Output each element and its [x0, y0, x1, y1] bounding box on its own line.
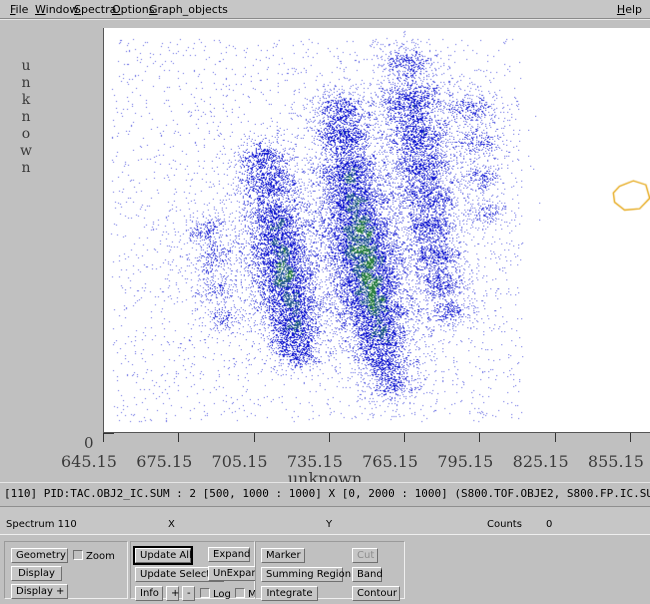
- display-controls-group: Geometry Display Display + Zoom: [4, 541, 128, 599]
- map-checkbox-box[interactable]: [235, 588, 245, 598]
- x-tick-mark: [629, 433, 631, 442]
- y-axis-title-char: k: [21, 92, 31, 108]
- y-axis-title-char: o: [21, 126, 31, 142]
- menu-help-accel: H: [616, 3, 626, 16]
- display-plus-button[interactable]: Display +: [11, 584, 68, 599]
- x-tick-mark: [328, 433, 330, 442]
- log-checkbox-box[interactable]: [200, 588, 210, 598]
- zoom-checkbox-label: Zoom: [86, 551, 115, 562]
- integrate-button[interactable]: Integrate: [261, 586, 318, 601]
- x-tick-mark: [554, 433, 556, 442]
- x-tick-mark: [103, 433, 104, 442]
- scatter-plot-canvas[interactable]: [104, 28, 650, 432]
- zoom-checkbox-box[interactable]: [73, 550, 83, 560]
- y-axis-title: u n k n o w n: [18, 58, 34, 177]
- menu-help-rest: elp: [625, 3, 642, 16]
- status-spectrum-name: Spectrum 110: [6, 519, 77, 530]
- status-bar: Spectrum 110 X Y Counts 0: [0, 506, 650, 534]
- summing-region-button[interactable]: Summing Region: [261, 567, 351, 582]
- log-checkbox[interactable]: Log: [200, 588, 231, 601]
- info-button[interactable]: Info: [135, 586, 163, 601]
- y-origin-label: 0: [84, 434, 94, 452]
- spectrum-plot-panel: u n k n o w n 200400600800100012001400 6…: [0, 19, 650, 488]
- menu-window-accel: W: [35, 3, 46, 16]
- menu-file[interactable]: File: [8, 3, 30, 16]
- menu-help[interactable]: Help: [615, 3, 644, 16]
- y-axis-title-char: n: [21, 160, 31, 176]
- x-tick-mark: [178, 433, 180, 442]
- log-checkbox-label: Log: [213, 589, 231, 600]
- status-counts-label: Counts: [487, 519, 522, 530]
- unexpand-button[interactable]: UnExpand: [208, 566, 264, 581]
- menu-bar: File Window Spectra Options Graph_object…: [0, 0, 650, 19]
- y-axis-title-char: n: [21, 109, 31, 125]
- status-x-label: X: [168, 519, 175, 530]
- menu-graph-objects[interactable]: Graph_objects: [147, 3, 230, 16]
- contour-button[interactable]: Contour: [352, 586, 400, 601]
- marker-button[interactable]: Marker: [261, 548, 305, 563]
- x-tick-mark: [404, 433, 406, 442]
- menu-file-rest: ile: [15, 3, 29, 16]
- y-tick-mark: [103, 433, 114, 434]
- control-panel: Geometry Display Display + Zoom Update A…: [0, 534, 650, 604]
- expand-button[interactable]: Expand: [208, 547, 250, 562]
- menu-graph-objects-rest: raph_objects: [157, 3, 228, 16]
- spectrum-definition-text: [110] PID:TAC.OBJ2_IC.SUM : 2 [500, 1000…: [4, 487, 650, 500]
- decrement-button[interactable]: -: [182, 586, 195, 601]
- status-counts-value: 0: [546, 519, 553, 530]
- y-axis-title-char: u: [21, 58, 31, 74]
- geometry-button[interactable]: Geometry: [11, 548, 68, 563]
- menu-graph-objects-accel: G: [149, 3, 158, 16]
- graph-object-controls-group: Marker Summing Region Integrate Cut Band…: [255, 541, 405, 601]
- increment-button[interactable]: +: [166, 586, 179, 601]
- y-axis-title-char: n: [21, 75, 31, 91]
- band-button[interactable]: Band: [352, 567, 383, 582]
- display-button[interactable]: Display: [11, 566, 62, 581]
- zoom-checkbox[interactable]: Zoom: [73, 550, 115, 563]
- spectrum-info-line: [110] PID:TAC.OBJ2_IC.SUM : 2 [500, 1000…: [0, 482, 650, 506]
- menu-options-accel: O: [112, 3, 121, 16]
- menu-spectra-accel: S: [74, 3, 81, 16]
- plot-canvas-area[interactable]: [103, 28, 650, 433]
- cut-button: Cut: [352, 548, 378, 563]
- x-tick-mark: [479, 433, 481, 442]
- spectcl-main-window: File Window Spectra Options Graph_object…: [0, 0, 650, 604]
- x-tick-mark: [253, 433, 255, 442]
- y-axis-title-char: w: [20, 143, 32, 159]
- status-y-label: Y: [326, 519, 333, 530]
- update-all-button[interactable]: Update All: [133, 546, 193, 565]
